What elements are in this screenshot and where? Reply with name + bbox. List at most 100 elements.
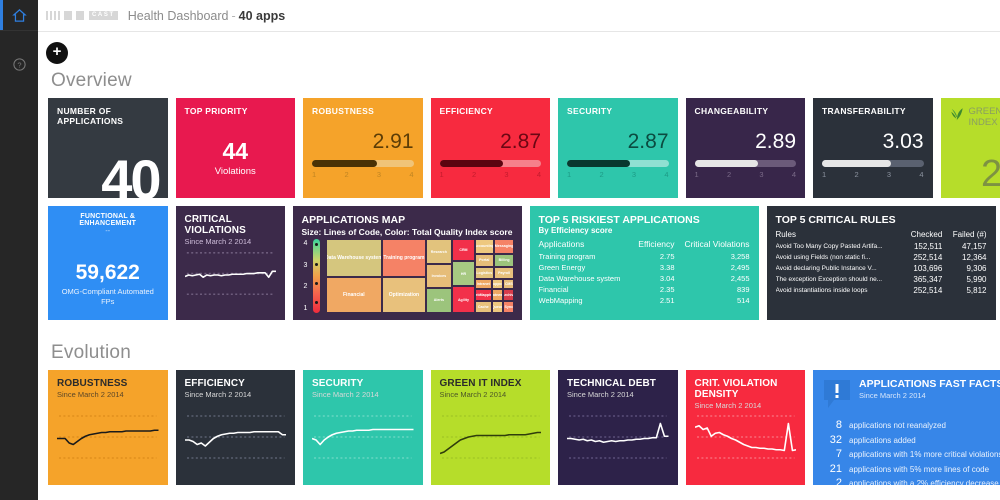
sidebar-item-help[interactable]: ? <box>0 49 38 79</box>
treemap-cell[interactable]: Gateway <box>491 289 504 302</box>
card-subtitle: By Efficiency score <box>538 226 613 235</box>
functional-caption-line1: OMG-Compliant Automated <box>61 287 154 296</box>
table-row[interactable]: WebMapping 2.51 514 <box>539 295 750 306</box>
table-row[interactable]: Avoid instantiations inside loops 252,514… <box>776 285 987 296</box>
card-top-riskiest-applications[interactable]: TOP 5 RISKIEST APPLICATIONS By Efficienc… <box>529 206 759 320</box>
card-evolution-green-it-index[interactable]: GREEN IT INDEX Since March 2 2014 <box>430 370 550 485</box>
gauge-fill <box>312 160 377 167</box>
gauge-scale: 1 2 3 4 <box>312 170 414 179</box>
column-header-critical-violations[interactable]: Critical Violations <box>675 238 749 251</box>
column-header-failed[interactable]: Failed (#) <box>942 229 987 241</box>
functional-value: 59,622 <box>75 261 140 284</box>
svg-text:?: ? <box>17 60 21 69</box>
card-top-critical-rules[interactable]: TOP 5 CRITICAL RULES Rules Checked Faile… <box>766 206 996 320</box>
sidebar-item-home[interactable] <box>0 0 38 30</box>
table-header-row: Applications Efficiency Critical Violati… <box>539 238 750 251</box>
treemap-cell[interactable]: Logistics <box>474 267 494 279</box>
treemap-cell[interactable]: Financial <box>325 277 383 313</box>
table-row[interactable]: Avoid Too Many Copy Pasted Artifa... 152,… <box>776 241 987 252</box>
table-row[interactable]: Green Energy 3.38 2,495 <box>539 262 750 273</box>
treemap-cell[interactable]: Payroll <box>493 267 515 279</box>
treemap-cell[interactable]: Research <box>425 239 453 265</box>
treemap[interactable]: Data Warehouse system Training program Fin… <box>325 239 515 313</box>
table-row[interactable]: The exception Exception should ne... 365,… <box>776 274 987 285</box>
treemap-body: 1 2 3 4 Data Warehouse system Training p… <box>302 239 515 313</box>
applications-count-value: 40 <box>101 148 161 198</box>
card-evolution-efficiency[interactable]: EFFICIENCY Since March 2 2014 <box>175 370 295 485</box>
treemap-cell[interactable]: Intranet <box>474 278 492 290</box>
card-evolution-technical-debt[interactable]: TECHNICAL DEBT Since March 2 2014 <box>558 370 678 485</box>
card-critical-violations[interactable]: CRITICAL VIOLATIONS Since March 2 2014 <box>175 206 285 320</box>
gauge-tick: 4 <box>409 170 414 179</box>
card-title: EFFICIENCY <box>184 378 245 389</box>
column-header-efficiency[interactable]: Efficiency <box>633 238 674 251</box>
card-title: CHANGEABILITY <box>694 106 769 116</box>
breadcrumb-separator: - <box>231 8 236 23</box>
treemap-cell[interactable]: Archive <box>503 289 515 302</box>
breadcrumb-title[interactable]: Health Dashboard <box>128 9 229 23</box>
card-efficiency[interactable]: EFFICIENCY 2.87 1 2 3 4 <box>430 98 550 198</box>
treemap-cell[interactable]: Queue <box>491 301 504 313</box>
add-button[interactable]: + <box>46 42 68 64</box>
treemap-cell-label: Agility <box>457 297 469 302</box>
column-header-checked[interactable]: Checked <box>901 229 943 241</box>
card-applications-fast-facts[interactable]: APPLICATIONS FAST FACTS Since March 2 20… <box>813 370 1000 485</box>
treemap-cell[interactable]: Invoices <box>425 264 453 288</box>
left-nav-rail: ? <box>0 0 38 500</box>
legend-tick: 3 <box>303 261 308 269</box>
treemap-cell[interactable]: Portal <box>474 253 494 268</box>
breadcrumb-apps-count[interactable]: 40 apps <box>239 9 286 23</box>
card-evolution-security[interactable]: SECURITY Since March 2 2014 <box>303 370 423 485</box>
fast-fact-row: 21 applications with 5% more lines of cod… <box>822 463 1000 475</box>
top-bar: CAST Health Dashboard -40 apps <box>38 0 1000 32</box>
fast-fact-count: 32 <box>829 433 842 446</box>
treemap-cell[interactable]: Data Warehouse system <box>325 239 383 278</box>
table-row[interactable]: Avoid declaring Public Instance V... 103,… <box>776 263 987 274</box>
card-green-it-index[interactable]: GREEN IT INDEX 2.79 <box>940 98 1000 198</box>
table-row[interactable]: Training program 2.75 3,258 <box>539 251 750 262</box>
card-robustness[interactable]: ROBUSTNESS 2.91 1 2 3 4 <box>303 98 423 198</box>
card-evolution-crit-violation-density[interactable]: CRIT. VIOLATION DENSITY Since March 2 20… <box>685 370 805 485</box>
treemap-cell[interactable]: Alerts <box>425 287 453 313</box>
treemap-cell[interactable]: Training program <box>382 239 426 278</box>
gauge-tick: 3 <box>504 170 509 179</box>
card-subtitle: Size: Lines of Code, Color: Total Qualit… <box>301 227 513 237</box>
card-transferability[interactable]: TRANSFERABILITY 3.03 1 2 3 4 <box>813 98 933 198</box>
card-title: EFFICIENCY <box>439 106 494 116</box>
treemap-cell-label: Messaging <box>494 244 514 249</box>
treemap-cell-label: Portal <box>479 258 490 263</box>
column-header-applications[interactable]: Applications <box>539 238 633 251</box>
table-row[interactable]: Avoid using Fields (non static fi... 252,… <box>776 252 987 263</box>
cell-failed: 12,364 <box>962 253 987 262</box>
gauge-fill <box>822 160 891 167</box>
treemap-cell[interactable]: Support <box>491 278 504 290</box>
column-header-rules[interactable]: Rules <box>776 229 902 241</box>
table-row[interactable]: Financial 2.35 839 <box>539 284 750 295</box>
card-functional-enhancement[interactable]: FUNCTIONAL & ENHANCEMENT -- 59,622 OMG-C… <box>48 206 168 320</box>
card-top-priority[interactable]: TOP PRIORITY 44 Violations <box>175 98 295 198</box>
card-applications-map[interactable]: APPLICATIONS MAP Size: Lines of Code, Co… <box>292 206 522 320</box>
fast-fact-count: 2 <box>835 477 842 485</box>
treemap-cell[interactable]: Accounting <box>474 239 494 254</box>
treemap-cell[interactable]: HR <box>452 261 475 287</box>
treemap-cell[interactable]: Sync <box>503 301 515 313</box>
card-title: GREEN IT INDEX <box>439 378 522 389</box>
table-row[interactable]: Data Warehouse system 3.04 2,455 <box>539 273 750 284</box>
treemap-cell[interactable]: WebMapping <box>474 289 492 302</box>
treemap-cell[interactable]: Billing <box>493 253 515 268</box>
treemap-cell[interactable]: Messaging <box>493 239 515 254</box>
treemap-cell[interactable]: CRM <box>452 239 475 262</box>
card-title: APPLICATIONS MAP <box>301 214 406 226</box>
evolution-sparkline <box>57 401 159 476</box>
evolution-row: ROBUSTNESS Since March 2 2014 EFFICIENCY… <box>48 370 1000 485</box>
card-evolution-robustness[interactable]: ROBUSTNESS Since March 2 2014 <box>48 370 168 485</box>
fast-facts-list: 8 applications not reanalyzed 32 applicatio… <box>822 419 1000 485</box>
treemap-cell[interactable]: Agility <box>452 286 475 313</box>
treemap-cell[interactable]: Cache <box>474 301 492 313</box>
card-number-of-applications[interactable]: NUMBER OF APPLICATIONS 40 <box>48 98 168 198</box>
card-security[interactable]: SECURITY 2.87 1 2 3 4 <box>558 98 678 198</box>
treemap-cell[interactable]: Optimization <box>382 277 426 313</box>
treemap-cell[interactable]: CMS <box>503 278 515 290</box>
card-changeability[interactable]: CHANGEABILITY 2.89 1 2 3 4 <box>685 98 805 198</box>
gauge-tick: 1 <box>694 170 699 179</box>
